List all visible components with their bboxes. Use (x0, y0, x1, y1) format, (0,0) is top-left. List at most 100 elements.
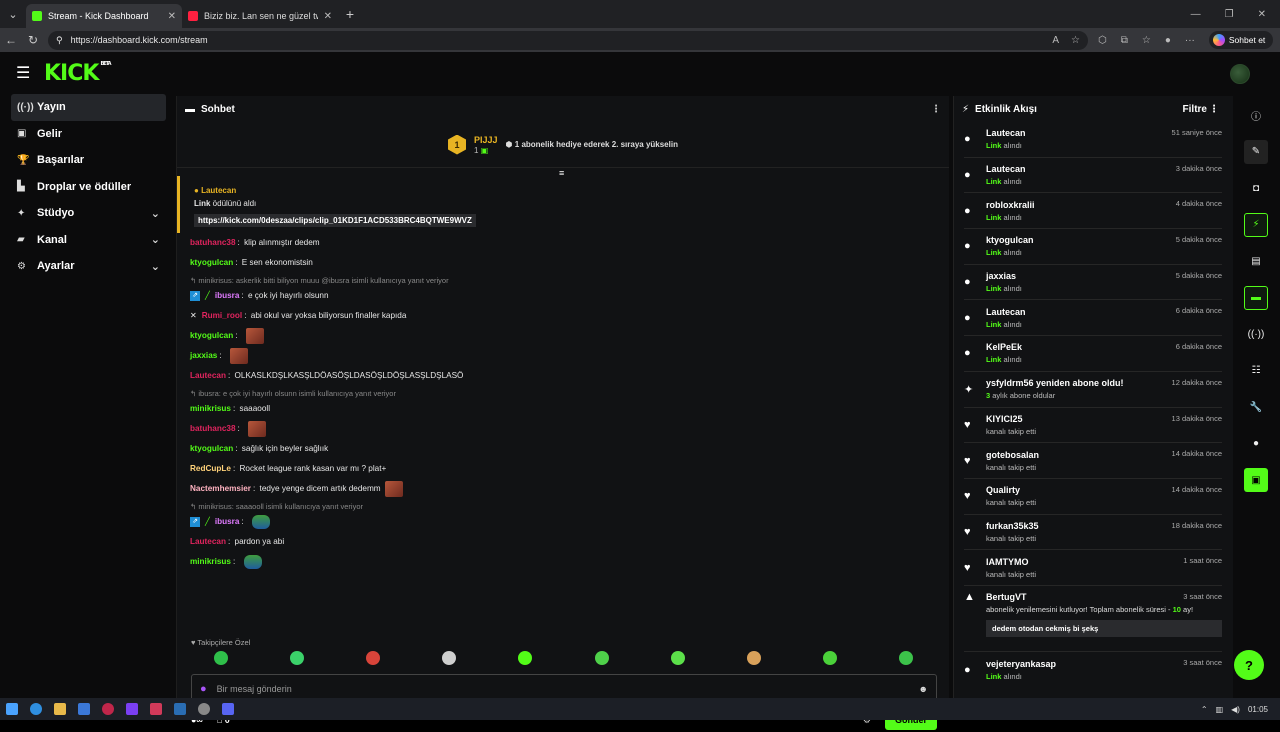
tab-list-icon[interactable]: ⌄ (0, 0, 26, 28)
chat-username[interactable]: Nactemhemsier (190, 483, 251, 495)
tab-kick-dashboard[interactable]: Stream - Kick Dashboard ✕ (26, 4, 182, 28)
emote-image[interactable] (229, 348, 248, 364)
mod-tools-icon[interactable]: 🔧 (1244, 395, 1268, 419)
more-icon[interactable]: ··· (1185, 35, 1195, 46)
feed-user[interactable]: vejeteryankasap (986, 658, 1056, 671)
feed-user[interactable]: ysfyldrm56 yeniden abone oldu! (986, 377, 1124, 390)
emote-icon[interactable] (746, 651, 761, 665)
chat-username[interactable]: Lautecan (190, 536, 226, 548)
feed-options-icon[interactable]: ⋮ (1209, 104, 1219, 115)
extensions-icon[interactable]: ⬡ (1098, 35, 1107, 46)
chevron-down-icon[interactable]: ⌄ (151, 233, 160, 246)
start-icon[interactable] (6, 703, 18, 715)
emote-image[interactable] (243, 555, 262, 569)
chat-username[interactable]: minikrisus (190, 403, 231, 415)
feed-user[interactable]: gotebosalan (986, 449, 1039, 462)
close-tab-icon[interactable]: ✕ (324, 11, 332, 22)
new-tab-button[interactable]: + (338, 6, 362, 22)
sidebar-item-1[interactable]: ▣ Gelir (11, 121, 166, 148)
feed-user[interactable]: Lautecan (986, 306, 1026, 319)
split-screen-icon[interactable]: ⧉ (1121, 35, 1128, 46)
emote-image[interactable] (248, 421, 267, 437)
feed-user[interactable]: Lautecan (986, 127, 1026, 140)
app-icon[interactable] (102, 703, 114, 715)
explorer-icon[interactable] (54, 703, 66, 715)
emoji-picker-icon[interactable]: ☻ (919, 684, 928, 694)
chat-username[interactable]: batuhanc38 (190, 423, 236, 435)
favorites-icon[interactable]: ☆ (1142, 35, 1151, 46)
chevron-down-icon[interactable]: ⌄ (151, 207, 160, 220)
chat-options-icon[interactable]: ⋮ (931, 104, 941, 115)
subscriber-leaderboard[interactable]: 1 PIJJJ 1 ▣ ⬢ 1 abonelik hediye ederek 2… (177, 122, 949, 168)
emote-image[interactable] (251, 515, 270, 529)
feed-user[interactable]: Qualirty (986, 484, 1036, 497)
feed-user[interactable]: jaxxias (986, 270, 1022, 283)
chat-username[interactable]: ktyogulcan (190, 330, 233, 342)
close-tab-icon[interactable]: ✕ (168, 11, 176, 22)
app-icon[interactable] (126, 703, 138, 715)
app-icon[interactable] (150, 703, 162, 715)
edge-icon[interactable] (30, 703, 42, 715)
emote-icon[interactable] (594, 651, 609, 665)
help-button[interactable]: ? (1234, 650, 1264, 680)
edit-icon[interactable]: ✎ (1244, 139, 1268, 164)
emote-icon[interactable] (366, 651, 381, 665)
favorite-star-icon[interactable]: ☆ (1071, 35, 1080, 46)
tray-chevron-icon[interactable]: ⌃ (1201, 705, 1208, 714)
feed-user[interactable]: IAMTYMO (986, 556, 1036, 569)
feed-user[interactable]: KelPeEk (986, 341, 1022, 354)
kick-logo[interactable]: KICK BETA (44, 61, 112, 86)
feed-user[interactable]: robloxkralii (986, 199, 1035, 212)
clapper-icon[interactable]: ▣ (1244, 468, 1268, 492)
chat-username[interactable]: ktyogulcan (190, 257, 233, 269)
copilot-chat-button[interactable]: Sohbet et (1208, 31, 1274, 49)
sidebar-item-2[interactable]: 🏆 Başarılar (11, 147, 166, 174)
chat-username[interactable]: batuhanc38 (190, 237, 236, 249)
emote-icon[interactable] (518, 651, 533, 665)
reward-link[interactable]: https://kick.com/0deszaa/clips/clip_01KD… (194, 214, 476, 227)
tab-twitter[interactable]: Biziz biz. Lan sen ne güzel tweetle ✕ (182, 4, 338, 28)
chat-username[interactable]: ibusra (215, 290, 240, 302)
chat-username[interactable]: Lautecan (190, 370, 226, 382)
feed-user[interactable]: Lautecan (986, 163, 1026, 176)
activity-feed-toggle-icon[interactable]: ⚡ (1244, 212, 1268, 237)
camera-icon[interactable]: ◘ (1244, 176, 1268, 200)
site-info-icon[interactable]: ⚲ (56, 35, 63, 46)
emote-icon[interactable] (214, 651, 229, 665)
chat-toggle-icon[interactable]: ▬ (1244, 285, 1268, 310)
drops-toggle-icon[interactable]: ● (1244, 432, 1268, 456)
reload-icon[interactable]: ↻ (22, 33, 44, 47)
chat-username[interactable]: minikrisus (190, 556, 231, 568)
queue-icon[interactable]: ☷ (1244, 359, 1268, 383)
user-avatar[interactable] (1230, 64, 1250, 84)
sidebar-item-4[interactable]: ✦ Stüdyo ⌄ (11, 200, 166, 227)
microphone-icon[interactable]: ● (200, 683, 207, 695)
back-icon[interactable]: ← (0, 33, 22, 47)
filter-button[interactable]: Filtre (1183, 104, 1207, 115)
chat-username[interactable]: ktyogulcan (190, 443, 233, 455)
read-aloud-icon[interactable]: A (1052, 35, 1059, 46)
chat-username[interactable]: jaxxias (190, 350, 217, 362)
menu-icon[interactable]: ☰ (16, 63, 44, 83)
emote-icon[interactable] (670, 651, 685, 665)
emote-icon[interactable] (442, 651, 457, 665)
emote-image[interactable] (384, 481, 403, 497)
discord-icon[interactable] (222, 703, 234, 715)
feed-user[interactable]: ktyogulcan (986, 234, 1034, 247)
info-icon[interactable]: ⓘ (1244, 103, 1268, 127)
chat-username[interactable]: ibusra (215, 516, 240, 528)
chat-username[interactable]: RedCupLe (190, 463, 231, 475)
notes-icon[interactable]: ▤ (1244, 249, 1268, 273)
clock[interactable]: 01:05 (1248, 705, 1268, 714)
emote-icon[interactable] (822, 651, 837, 665)
chevron-down-icon[interactable]: ⌄ (151, 260, 160, 273)
volume-icon[interactable]: ◀) (1231, 705, 1240, 714)
emote-icon[interactable] (290, 651, 305, 665)
close-window-icon[interactable]: ✕ (1258, 9, 1266, 20)
app-icon[interactable] (78, 703, 90, 715)
emote-icon[interactable] (898, 651, 913, 665)
sidebar-item-5[interactable]: ▰ Kanal ⌄ (11, 227, 166, 254)
network-icon[interactable]: ▥ (1216, 705, 1224, 714)
minimize-icon[interactable]: — (1191, 9, 1201, 20)
broadcast-toggle-icon[interactable]: ((·)) (1244, 322, 1268, 346)
